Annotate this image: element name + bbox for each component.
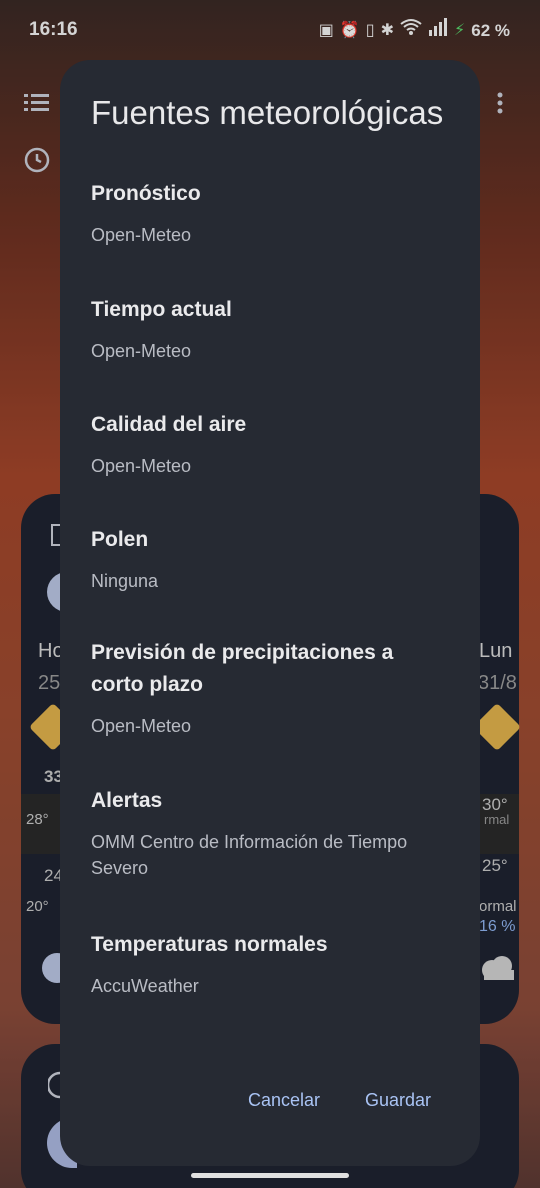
source-value: Open-Meteo	[91, 341, 192, 361]
source-item-normals[interactable]: Temperaturas normales AccuWeather	[91, 929, 451, 999]
source-title: Previsión de precipitaciones a corto pla…	[91, 641, 394, 696]
source-title: Tiempo actual	[91, 298, 232, 321]
dialog-title: Fuentes meteorológicas	[91, 94, 444, 131]
source-value: AccuWeather	[91, 976, 199, 996]
source-value: OMM Centro de Información de Tiempo Seve…	[91, 832, 408, 878]
source-item-alerts[interactable]: Alertas OMM Centro de Información de Tie…	[91, 785, 451, 881]
source-item-current[interactable]: Tiempo actual Open-Meteo	[91, 294, 451, 364]
source-item-forecast[interactable]: Pronóstico Open-Meteo	[91, 178, 451, 248]
cancel-button[interactable]: Cancelar	[248, 1090, 320, 1111]
save-button[interactable]: Guardar	[365, 1090, 431, 1111]
source-title: Polen	[91, 528, 149, 551]
source-value: Open-Meteo	[91, 225, 192, 245]
home-indicator[interactable]	[191, 1173, 349, 1178]
source-title: Alertas	[91, 789, 163, 812]
source-value: Ninguna	[91, 571, 159, 591]
source-title: Pronóstico	[91, 182, 201, 205]
source-title: Calidad del aire	[91, 413, 247, 436]
source-value: Open-Meteo	[91, 456, 192, 476]
source-item-air-quality[interactable]: Calidad del aire Open-Meteo	[91, 409, 451, 479]
source-item-precipitation[interactable]: Previsión de precipitaciones a corto pla…	[91, 637, 451, 739]
source-title: Temperaturas normales	[91, 933, 328, 956]
source-value: Open-Meteo	[91, 716, 192, 736]
source-item-pollen[interactable]: Polen Ninguna	[91, 524, 451, 594]
weather-sources-dialog: Fuentes meteorológicas Pronóstico Open-M…	[60, 60, 480, 1166]
